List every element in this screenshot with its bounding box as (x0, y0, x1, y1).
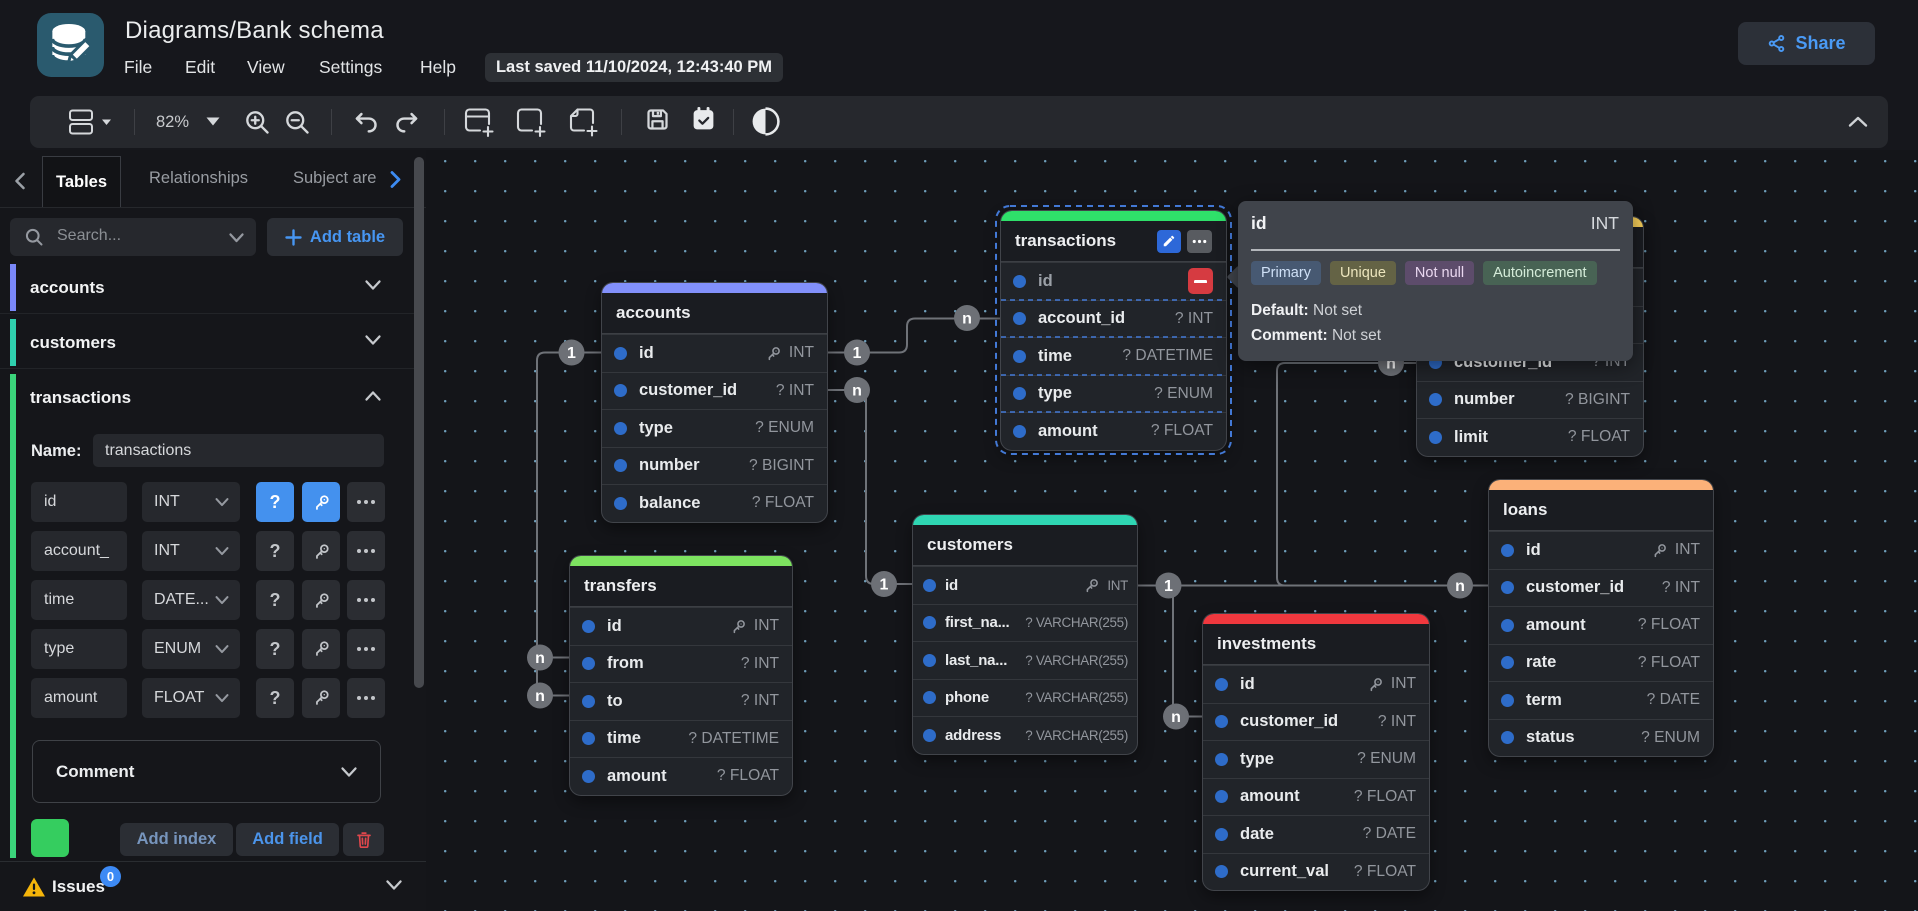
svg-text:1: 1 (880, 577, 889, 594)
svg-text:1: 1 (1164, 578, 1173, 595)
svg-text:1: 1 (567, 345, 576, 362)
svg-text:n: n (1171, 709, 1181, 726)
svg-text:n: n (535, 688, 545, 705)
svg-text:n: n (1455, 578, 1465, 595)
svg-text:n: n (852, 383, 862, 400)
svg-text:1: 1 (853, 345, 862, 362)
svg-text:n: n (535, 650, 545, 667)
svg-text:n: n (962, 311, 972, 328)
